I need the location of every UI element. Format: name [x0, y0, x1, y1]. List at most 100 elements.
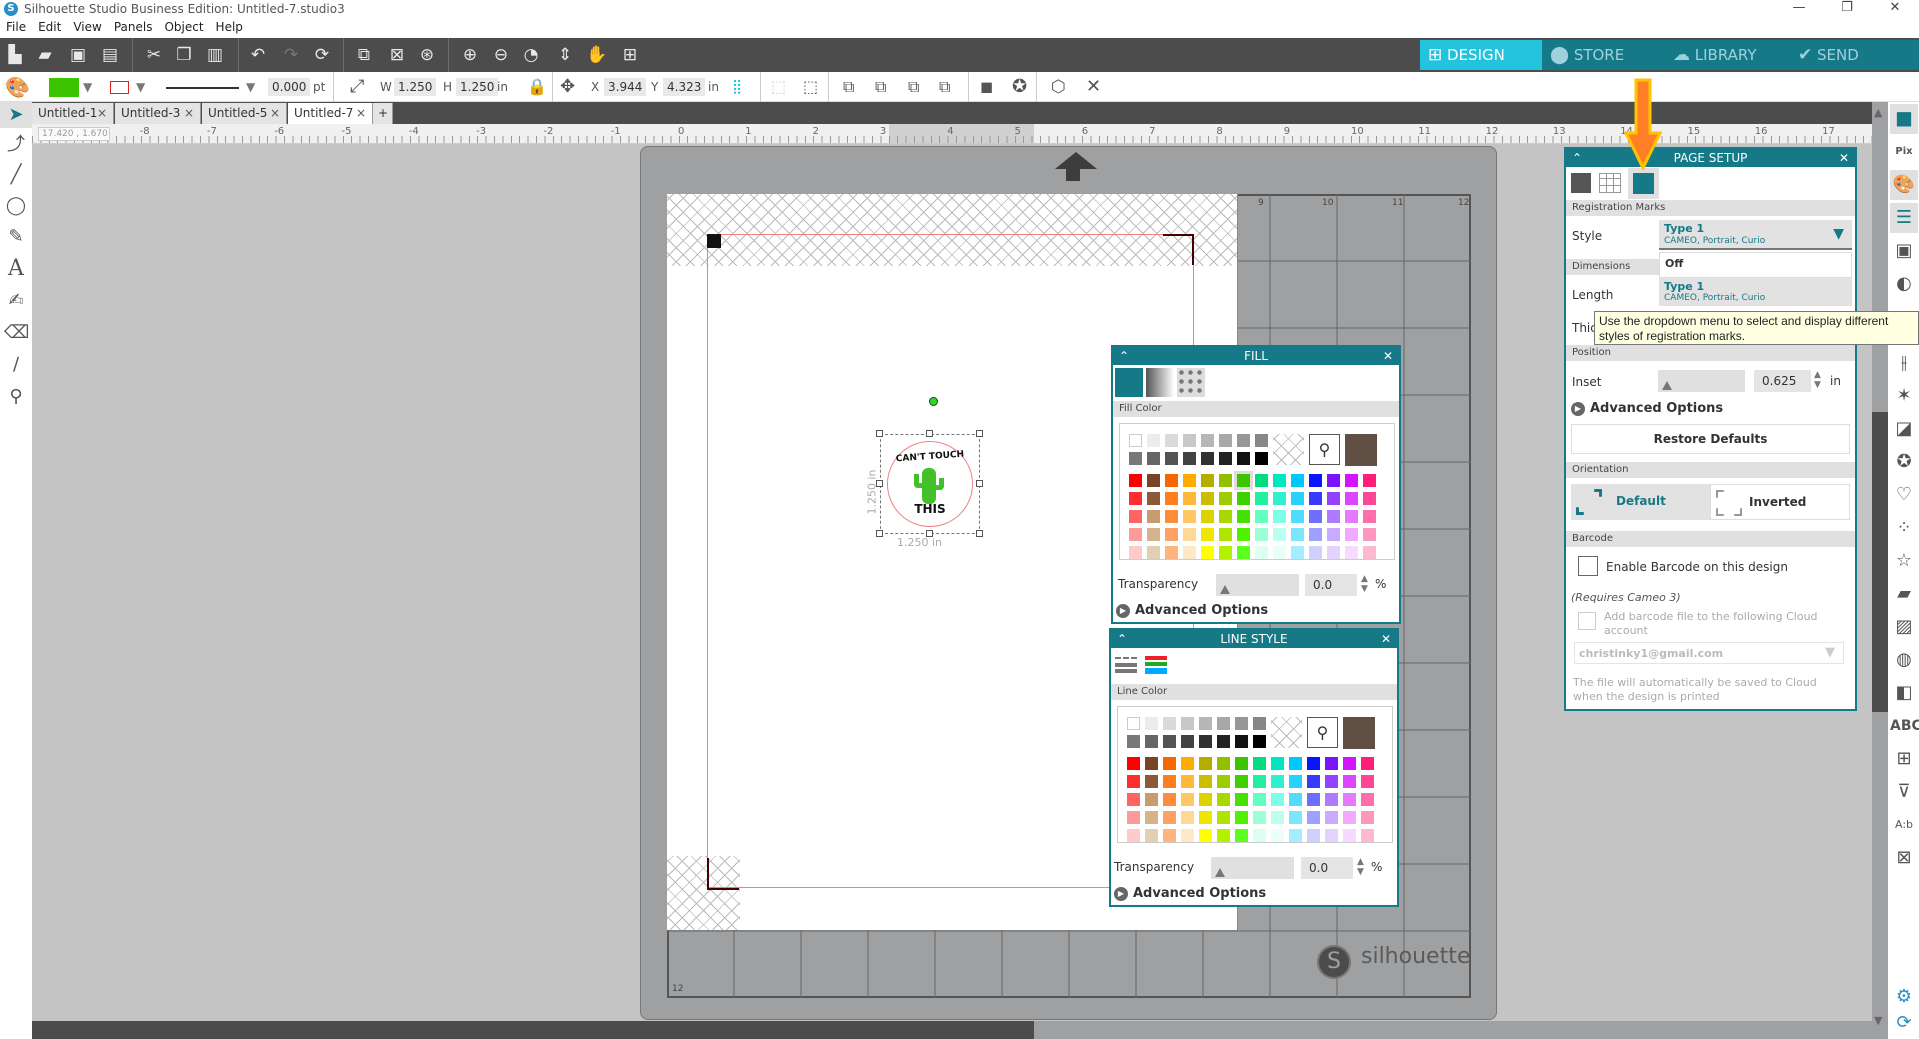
- color-swatch[interactable]: [1163, 793, 1176, 806]
- color-swatch[interactable]: [1181, 793, 1194, 806]
- paste-icon[interactable]: ▥: [203, 44, 227, 66]
- color-swatch[interactable]: [1145, 793, 1158, 806]
- pattern-fill-tab[interactable]: [1177, 368, 1205, 397]
- style-dropdown[interactable]: Type 1 CAMEO, Portrait, Curio ▼: [1659, 220, 1852, 250]
- color-swatch[interactable]: [1127, 717, 1140, 730]
- color-swatch[interactable]: [1217, 793, 1230, 806]
- rotate-handle[interactable]: [929, 397, 938, 406]
- menu-edit[interactable]: Edit: [32, 18, 67, 34]
- no-color-swatch[interactable]: [1271, 717, 1302, 748]
- color-swatch[interactable]: [1255, 492, 1268, 505]
- color-swatch[interactable]: [1271, 757, 1284, 770]
- resize-handle[interactable]: [976, 530, 983, 537]
- save-icon[interactable]: ▣: [66, 44, 90, 66]
- color-swatch[interactable]: [1255, 452, 1268, 465]
- line-style-preview[interactable]: [166, 87, 239, 89]
- send-backward-icon[interactable]: ⧉: [939, 76, 950, 98]
- enable-barcode-checkbox[interactable]: [1578, 556, 1598, 576]
- color-swatch[interactable]: [1127, 811, 1140, 824]
- color-swatch[interactable]: [1363, 510, 1376, 523]
- 3d-cubes-icon[interactable]: ⬡: [1051, 76, 1066, 98]
- knife-tool-icon[interactable]: ∕: [4, 352, 28, 378]
- sync-icon[interactable]: ⟳: [1890, 1008, 1918, 1038]
- color-swatch[interactable]: [1217, 717, 1230, 730]
- color-swatch[interactable]: [1255, 528, 1268, 541]
- color-swatch[interactable]: [1363, 546, 1376, 559]
- color-swatch[interactable]: [1127, 735, 1140, 748]
- inset-field[interactable]: 0.625: [1754, 370, 1811, 392]
- color-swatch[interactable]: [1345, 528, 1358, 541]
- color-swatch[interactable]: [1217, 757, 1230, 770]
- color-swatch[interactable]: [1237, 546, 1250, 559]
- color-swatch[interactable]: [1147, 434, 1160, 447]
- color-swatch[interactable]: [1129, 546, 1142, 559]
- color-swatch[interactable]: [1343, 829, 1356, 842]
- color-swatch[interactable]: [1327, 474, 1340, 487]
- pencil-tool-icon[interactable]: ✎: [4, 224, 28, 250]
- color-swatch[interactable]: [1253, 775, 1266, 788]
- color-swatch[interactable]: [1183, 434, 1196, 447]
- color-swatch[interactable]: [1181, 735, 1194, 748]
- color-swatch[interactable]: [1183, 510, 1196, 523]
- color-swatch[interactable]: [1147, 452, 1160, 465]
- color-swatch[interactable]: [1199, 735, 1212, 748]
- layers-icon[interactable]: ◍: [1890, 645, 1918, 675]
- color-swatch[interactable]: [1129, 452, 1142, 465]
- sketch-icon[interactable]: ⁘: [1890, 513, 1918, 543]
- inset-stepper[interactable]: ▲ ▼: [1814, 370, 1821, 390]
- star-icon[interactable]: ✪: [1012, 76, 1027, 98]
- color-swatch[interactable]: [1199, 717, 1212, 730]
- fill-group-icon[interactable]: ⊛: [415, 44, 439, 66]
- color-swatch[interactable]: [1255, 510, 1268, 523]
- color-swatch[interactable]: [1181, 775, 1194, 788]
- registration-marks-tab[interactable]: [1633, 173, 1654, 194]
- add-tab-button[interactable]: +: [373, 103, 393, 124]
- color-swatch[interactable]: [1307, 829, 1320, 842]
- color-swatch[interactable]: [1234, 471, 1253, 490]
- color-swatch[interactable]: [1307, 811, 1320, 824]
- color-swatch[interactable]: [1273, 474, 1286, 487]
- line-tool-icon[interactable]: ╱: [4, 162, 28, 188]
- minimize-button[interactable]: —: [1776, 0, 1822, 18]
- rotate-box-icon[interactable]: ⬚: [803, 76, 818, 98]
- tab-store[interactable]: ⬤ STORE: [1542, 40, 1665, 70]
- color-swatch[interactable]: [1147, 546, 1160, 559]
- cloud-account-dropdown[interactable]: christinky1@gmail.com ▼: [1574, 642, 1844, 664]
- color-swatch[interactable]: [1345, 492, 1358, 505]
- reference-point-icon[interactable]: ⣿: [732, 76, 742, 98]
- color-swatch[interactable]: [1253, 717, 1266, 730]
- resize-handle[interactable]: [876, 530, 883, 537]
- color-swatch[interactable]: [1273, 510, 1286, 523]
- line-style-tab[interactable]: [1115, 657, 1137, 660]
- color-swatch[interactable]: [1253, 829, 1266, 842]
- menu-view[interactable]: View: [67, 18, 107, 34]
- color-swatch[interactable]: [1217, 735, 1230, 748]
- 3d-page-icon[interactable]: ◧: [1890, 678, 1918, 708]
- color-swatch[interactable]: [1201, 434, 1214, 447]
- transparency-field[interactable]: 0.0: [1301, 857, 1353, 879]
- cloud-barcode-checkbox[interactable]: [1578, 612, 1596, 630]
- color-swatch[interactable]: [1219, 510, 1232, 523]
- collapse-icon[interactable]: ⌃: [1572, 149, 1582, 167]
- color-swatch[interactable]: [1255, 434, 1268, 447]
- color-swatch[interactable]: [1253, 757, 1266, 770]
- page-setup-icon[interactable]: ◼: [1890, 104, 1918, 134]
- color-swatch[interactable]: [1273, 492, 1286, 505]
- advanced-options-toggle[interactable]: Advanced Options: [1116, 603, 1268, 618]
- line-width-field[interactable]: 0.000: [268, 78, 311, 96]
- group-icon[interactable]: ⧉: [352, 44, 376, 66]
- color-swatch[interactable]: [1183, 492, 1196, 505]
- color-swatch[interactable]: [1289, 775, 1302, 788]
- text-style-icon[interactable]: ▰: [1890, 579, 1918, 609]
- dropdown-option-off[interactable]: Off: [1659, 252, 1852, 278]
- color-swatch[interactable]: [1253, 793, 1266, 806]
- color-swatch[interactable]: [1129, 510, 1142, 523]
- send-to-back-icon[interactable]: ⧉: [875, 76, 886, 98]
- color-swatch[interactable]: [1325, 757, 1338, 770]
- x-position-field[interactable]: 3.944: [604, 78, 647, 96]
- tab-send[interactable]: ✔ SEND: [1790, 40, 1919, 70]
- media-tab[interactable]: [1571, 173, 1591, 193]
- color-swatch[interactable]: [1165, 546, 1178, 559]
- doc-tab[interactable]: Untitled-5 ×: [202, 103, 287, 124]
- menu-panels[interactable]: Panels: [108, 18, 159, 34]
